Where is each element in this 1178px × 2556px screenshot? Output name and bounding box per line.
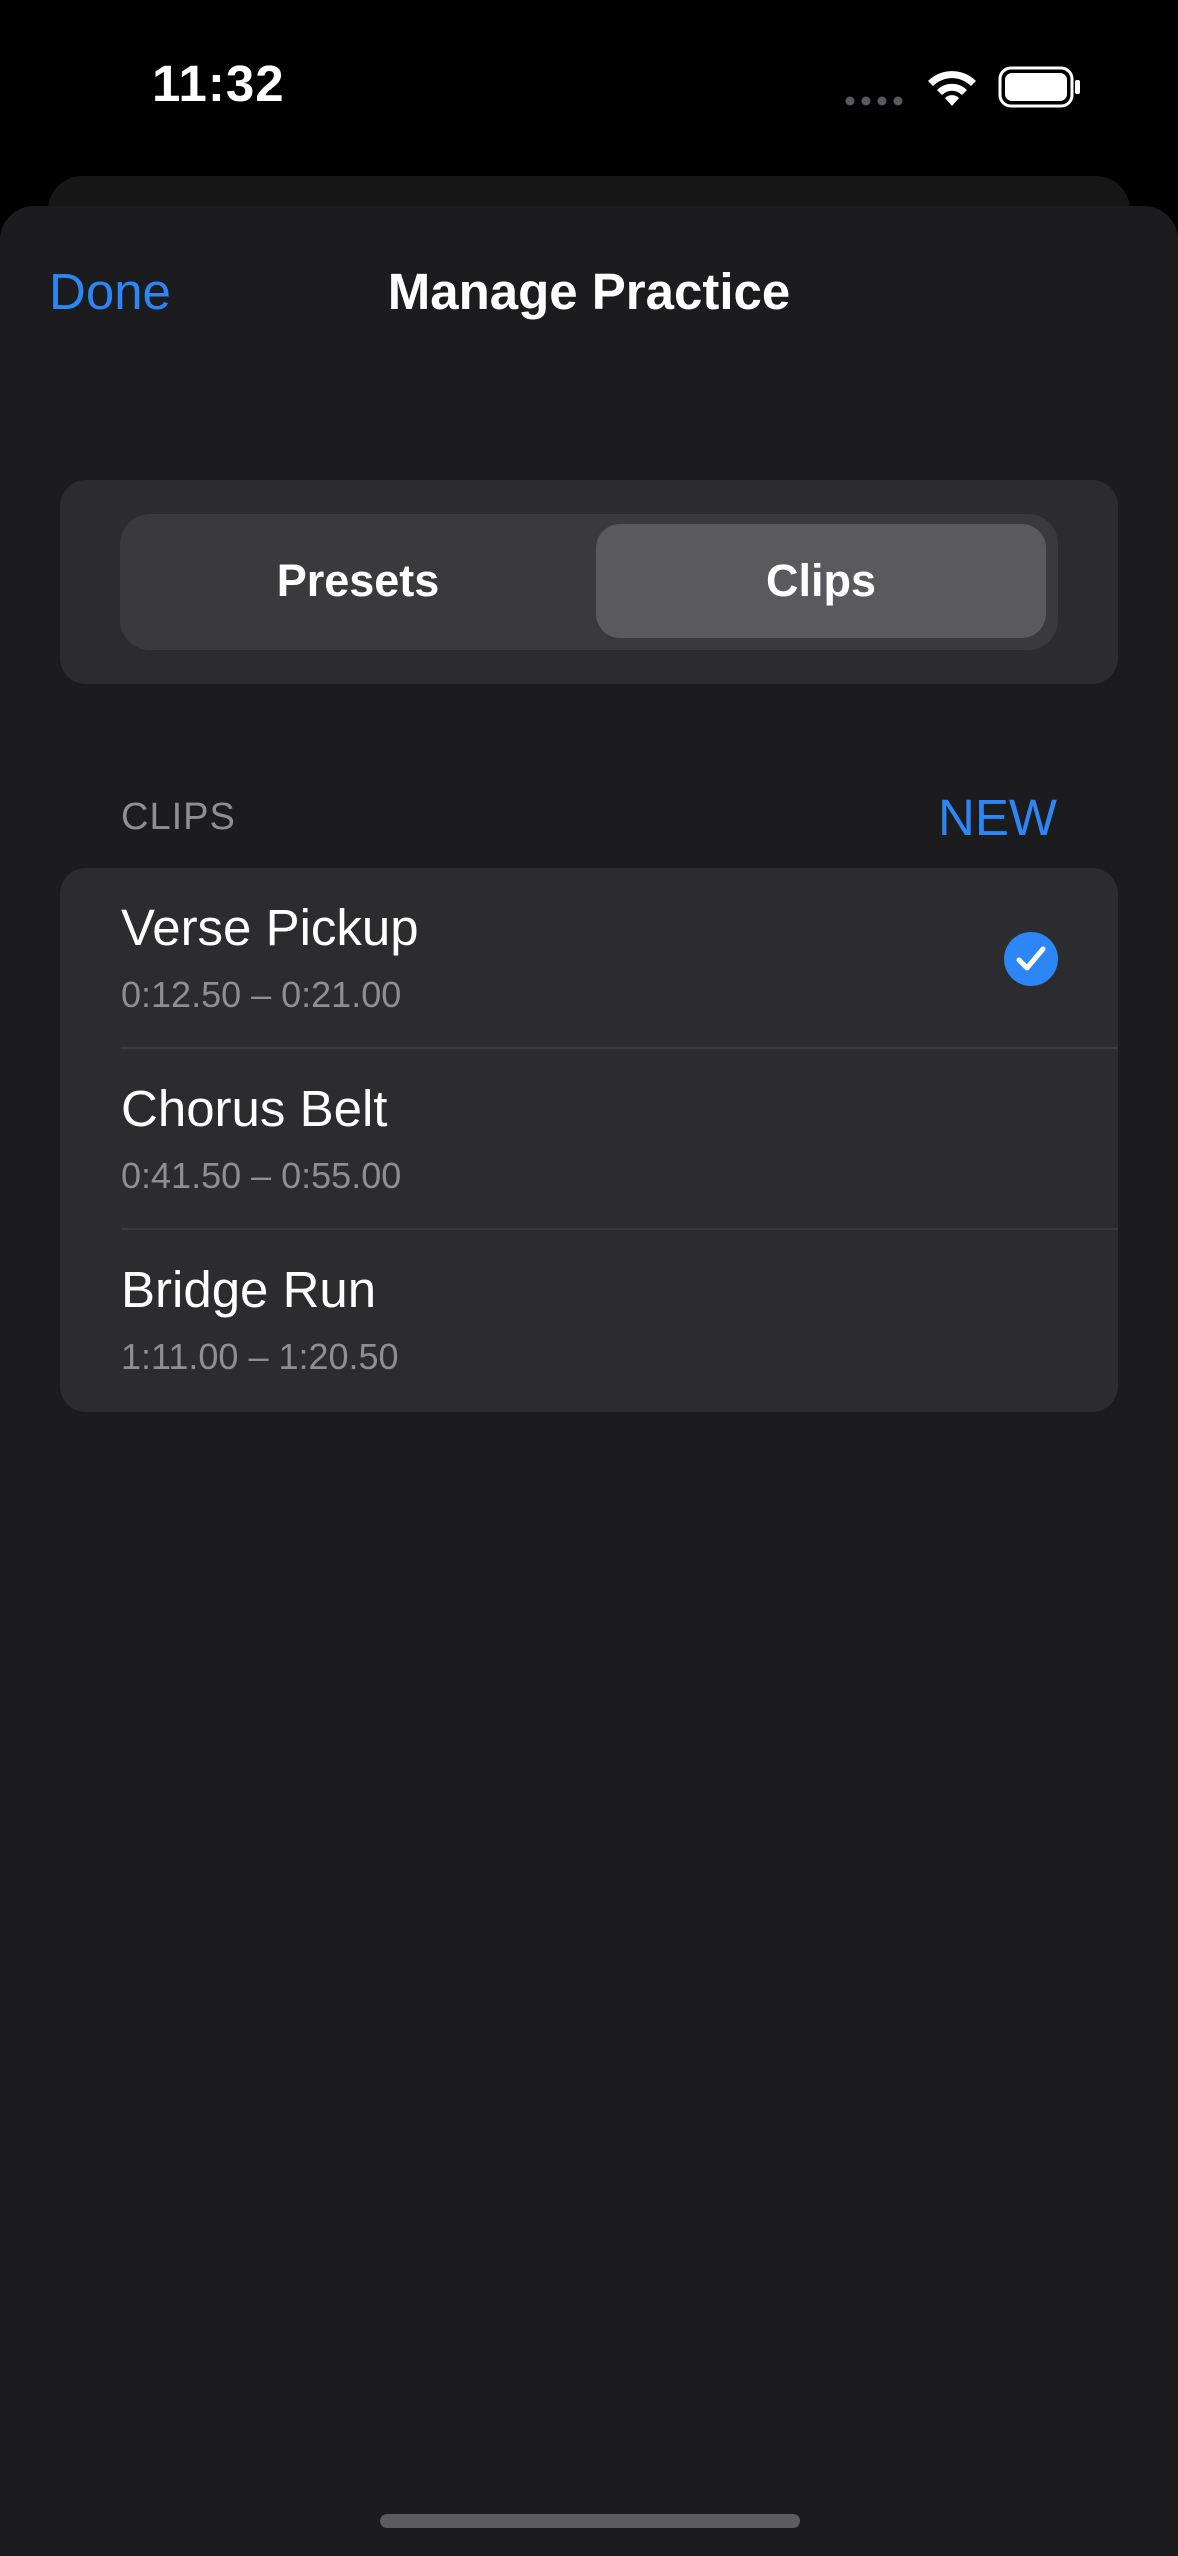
clip-range: 0:41.50 – 0:55.00	[121, 1155, 402, 1196]
list-item[interactable]: Bridge Run 1:11.00 – 1:20.50	[60, 1230, 1118, 1411]
clip-name: Bridge Run	[121, 1261, 377, 1318]
battery-icon	[998, 66, 1080, 108]
list-item[interactable]: Chorus Belt 0:41.50 – 0:55.00	[60, 1049, 1118, 1230]
status-time: 11:32	[152, 55, 285, 112]
tab-presets[interactable]: Presets	[132, 524, 584, 638]
clip-name: Verse Pickup	[121, 899, 419, 956]
page-title: Manage Practice	[387, 263, 791, 320]
tab-clips[interactable]: Clips	[596, 524, 1046, 638]
section-header: CLIPS	[121, 796, 236, 838]
wifi-icon	[928, 71, 976, 106]
clip-range: 0:12.50 – 0:21.00	[121, 974, 402, 1015]
status-bar: 11:32	[0, 0, 1178, 180]
home-indicator	[380, 2514, 800, 2528]
new-clip-button[interactable]: NEW	[938, 788, 1057, 847]
clip-list: Verse Pickup 0:12.50 – 0:21.00 Chorus Be…	[60, 868, 1118, 1412]
clip-name: Chorus Belt	[121, 1080, 388, 1137]
checkmark-circle-icon	[1004, 932, 1058, 986]
clip-range: 1:11.00 – 1:20.50	[121, 1336, 399, 1377]
list-item[interactable]: Verse Pickup 0:12.50 – 0:21.00	[60, 868, 1118, 1049]
signal-dots-icon	[845, 96, 903, 106]
